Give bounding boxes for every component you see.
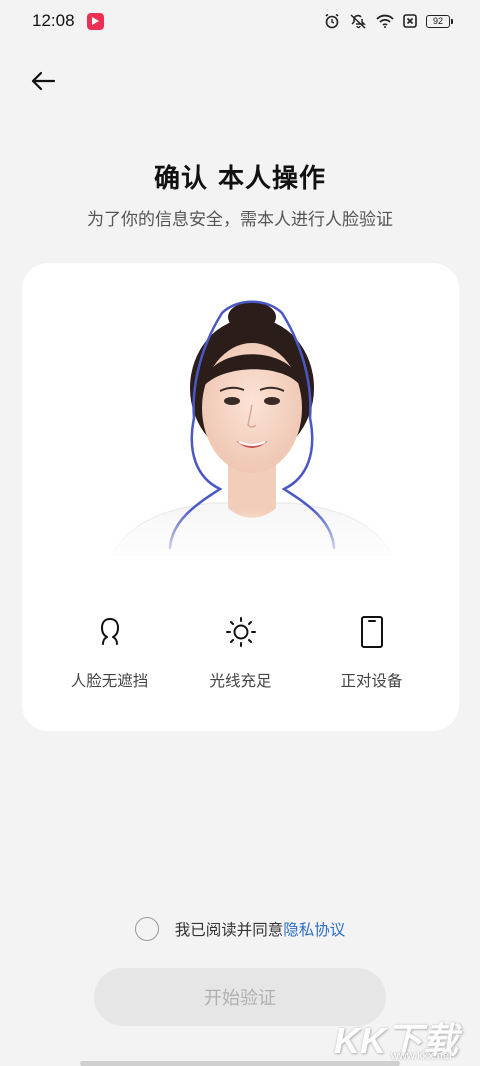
face-guide-card: 人脸无遮挡 光线充足 正对设备 xyxy=(22,263,459,731)
status-time: 12:08 xyxy=(32,11,75,30)
tip-face-device: 正对设备 xyxy=(312,613,432,691)
page-title: 确认 本人操作 xyxy=(153,164,327,194)
face-outline-icon xyxy=(100,618,119,645)
tip-face-unobstructed: 人脸无遮挡 xyxy=(50,613,170,691)
sim-x-icon xyxy=(403,14,417,28)
battery-level: 92 xyxy=(432,16,443,26)
tip-enough-light: 光线充足 xyxy=(181,613,301,691)
agreement-text: 我已阅读并同意 xyxy=(174,921,284,939)
alarm-icon xyxy=(325,13,339,29)
status-icons: 92 xyxy=(324,13,453,29)
status-bar: 12:08 92 xyxy=(0,0,480,42)
home-indicator[interactable] xyxy=(80,1061,400,1066)
phone-device-icon xyxy=(360,616,383,648)
tip-label: 正对设备 xyxy=(340,672,403,690)
back-button[interactable] xyxy=(26,64,60,98)
sun-icon xyxy=(225,617,256,647)
arrow-left-icon xyxy=(31,71,56,91)
page-subtitle: 为了你的信息安全，需本人进行人脸验证 xyxy=(87,210,393,230)
app-notification-icon xyxy=(86,12,104,30)
agreement-row: 我已阅读并同意 隐私协议 xyxy=(0,917,480,941)
mute-icon xyxy=(350,14,366,29)
watermark-url: www.kkx.net xyxy=(390,1050,452,1062)
face-guide-illustration xyxy=(102,300,402,563)
wifi-icon xyxy=(376,14,394,28)
tip-label: 人脸无遮挡 xyxy=(70,672,149,690)
battery-icon: 92 xyxy=(426,14,453,28)
agreement-checkbox[interactable] xyxy=(134,917,159,941)
privacy-policy-link[interactable]: 隐私协议 xyxy=(283,918,345,940)
tip-label: 光线充足 xyxy=(209,672,272,690)
tips-row: 人脸无遮挡 光线充足 正对设备 xyxy=(22,613,459,691)
